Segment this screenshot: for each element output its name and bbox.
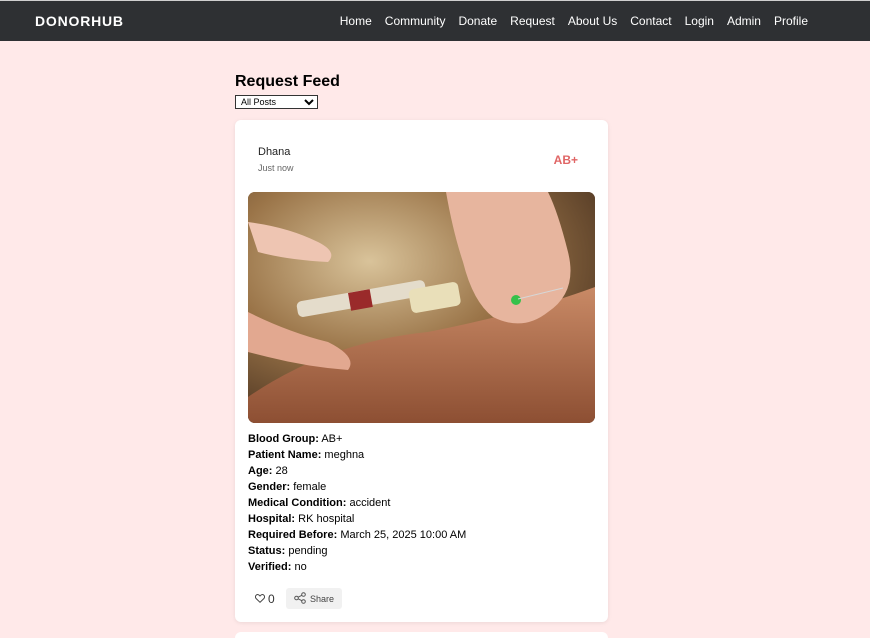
request-details: Blood Group: AB+ Patient Name: meghna Ag… <box>248 431 466 575</box>
brand-logo[interactable]: DONORHUB <box>35 13 124 29</box>
nav-admin[interactable]: Admin <box>727 14 761 28</box>
detail-blood-group: Blood Group: AB+ <box>248 433 343 445</box>
nav-profile[interactable]: Profile <box>774 14 808 28</box>
detail-age: Age: 28 <box>248 465 288 477</box>
detail-patient-name: Patient Name: meghna <box>248 449 365 461</box>
next-request-card <box>235 632 608 638</box>
detail-verified: Verified: no <box>248 561 307 573</box>
like-button[interactable]: 0 <box>250 588 280 609</box>
detail-required-before: Required Before: March 25, 2025 10:00 AM <box>248 529 467 541</box>
detail-medical-condition: Medical Condition: accident <box>248 497 391 509</box>
nav-community[interactable]: Community <box>385 14 446 28</box>
heart-icon <box>254 592 266 606</box>
post-filter-select[interactable]: All Posts <box>235 95 318 109</box>
nav-contact[interactable]: Contact <box>630 14 671 28</box>
detail-gender: Gender: female <box>248 481 327 493</box>
blood-group-badge: AB+ <box>553 153 578 167</box>
post-author: Dhana <box>258 146 291 158</box>
detail-hospital: Hospital: RK hospital <box>248 513 355 525</box>
nav-request[interactable]: Request <box>510 14 555 28</box>
share-button[interactable]: Share <box>286 588 342 609</box>
request-card: Dhana Just now AB+ Blood Group: AB+ Pati… <box>235 120 608 622</box>
page-title: Request Feed <box>235 73 340 90</box>
nav-home[interactable]: Home <box>340 14 372 28</box>
like-count: 0 <box>268 591 275 606</box>
nav-donate[interactable]: Donate <box>458 14 497 28</box>
nav-links: Home Community Donate Request About Us C… <box>340 14 808 28</box>
post-time: Just now <box>258 163 294 173</box>
post-photo <box>248 192 595 423</box>
detail-status: Status: pending <box>248 545 328 557</box>
nav-login[interactable]: Login <box>685 14 714 28</box>
share-label: Share <box>309 593 335 604</box>
navbar: DONORHUB Home Community Donate Request A… <box>0 0 870 41</box>
nav-about-us[interactable]: About Us <box>568 14 617 28</box>
share-icon <box>294 591 306 606</box>
